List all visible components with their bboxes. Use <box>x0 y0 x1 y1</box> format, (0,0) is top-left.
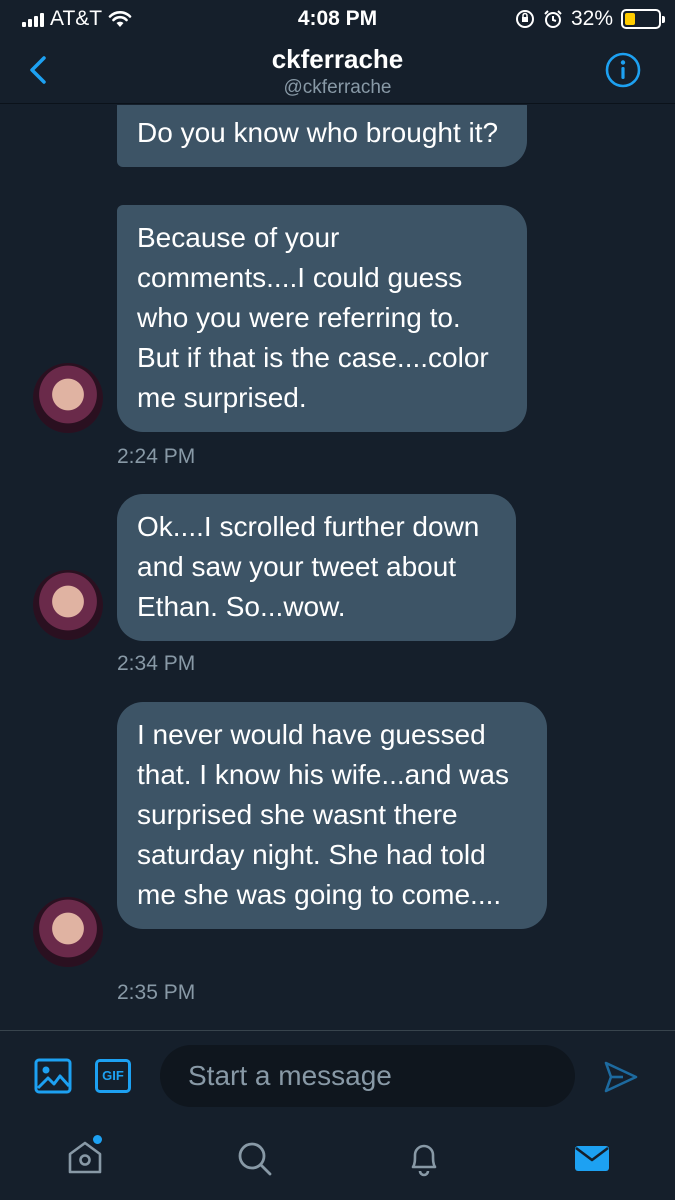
send-button[interactable] <box>603 1059 639 1095</box>
status-right: 32% <box>515 7 665 31</box>
message-bubble[interactable]: Because of your comments....I could gues… <box>117 205 527 432</box>
notification-dot <box>93 1135 102 1144</box>
message-timestamp: 2:24 PM <box>117 445 196 468</box>
message-text: Ok....I scrolled further down and saw yo… <box>137 511 480 622</box>
message-composer: GIF <box>0 1030 675 1120</box>
message-bubble[interactable]: Ok....I scrolled further down and saw yo… <box>117 494 516 641</box>
message-text: I never would have guessed that. I know … <box>137 719 509 910</box>
info-button[interactable] <box>605 52 641 88</box>
message-bubble[interactable]: I never would have guessed that. I know … <box>117 702 547 929</box>
conversation-header: ckferrache @ckferrache <box>0 40 675 104</box>
message-timestamp: 2:35 PM <box>117 981 196 1004</box>
message-text: Because of your comments....I could gues… <box>137 222 489 413</box>
gif-button[interactable]: GIF <box>95 1059 131 1093</box>
message-input[interactable] <box>160 1045 575 1107</box>
avatar[interactable] <box>33 897 103 967</box>
battery-icon <box>621 9 665 29</box>
battery-fill <box>625 13 636 25</box>
home-tab[interactable] <box>65 1138 105 1178</box>
bottom-tab-bar <box>0 1120 675 1200</box>
contact-handle: @ckferrache <box>283 77 392 98</box>
message-bubble[interactable]: Do you know who brought it? <box>117 105 527 167</box>
image-upload-button[interactable] <box>34 1058 72 1094</box>
avatar[interactable] <box>33 570 103 640</box>
messages-tab[interactable] <box>572 1138 612 1178</box>
dm-conversation-screen: AT&T 4:08 PM 32% ckferrache @ckferrache … <box>0 0 675 1200</box>
status-bar: AT&T 4:08 PM 32% <box>0 0 675 40</box>
alarm-icon <box>544 10 562 28</box>
avatar[interactable] <box>33 363 103 433</box>
notifications-tab[interactable] <box>404 1138 444 1178</box>
battery-percent: 32% <box>570 7 613 30</box>
search-tab[interactable] <box>234 1138 274 1178</box>
contact-name: ckferrache <box>271 44 404 74</box>
message-list[interactable]: Do you know who brought it? Because of y… <box>0 105 675 1030</box>
message-text: Do you know who brought it? <box>137 117 499 148</box>
rotation-lock-icon <box>515 10 534 28</box>
message-timestamp: 2:34 PM <box>117 652 196 675</box>
